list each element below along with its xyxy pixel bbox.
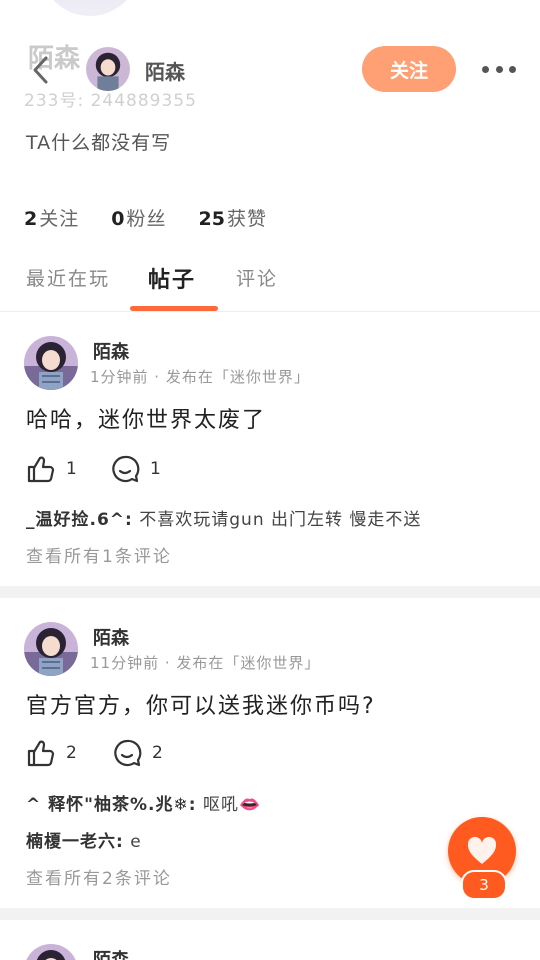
- profile-tabs: 最近在玩 帖子 评论: [0, 258, 540, 312]
- header-username: 陌森: [145, 60, 185, 84]
- post-author-name[interactable]: 陌森: [93, 338, 129, 364]
- post-author-avatar[interactable]: [24, 622, 78, 676]
- post-content[interactable]: 官方官方，你可以送我迷你币吗?: [26, 688, 376, 720]
- comment-text: e: [123, 832, 142, 852]
- like-count-badge: 3: [461, 870, 507, 900]
- profile-stats: 2 关注 0 粉丝 25 获赞: [24, 204, 267, 231]
- comment-preview[interactable]: 楠榎一老六: e: [26, 827, 142, 852]
- tab-comments[interactable]: 评论: [236, 264, 278, 291]
- thumbs-up-icon: [27, 456, 55, 483]
- post-content[interactable]: 哈哈，迷你世界太废了: [26, 402, 266, 434]
- comment-text: 呕吼👄: [196, 795, 262, 815]
- post-separator: [0, 908, 540, 920]
- comment-preview[interactable]: _温好捡.6^: 不喜欢玩请gun 出门左转 慢走不送: [26, 505, 421, 530]
- like-count: 2: [66, 743, 77, 763]
- post-author-avatar[interactable]: [24, 944, 78, 960]
- stat-likes: 25 获赞: [198, 208, 267, 230]
- post-card[interactable]: 陌森 1分钟前 · 发布在「迷你世界」 哈哈，迷你世界太废了 1 1 _温好捡.…: [0, 312, 540, 586]
- more-options-button[interactable]: [482, 62, 516, 76]
- post-author-name[interactable]: 陌森: [93, 624, 129, 650]
- post-meta: 11分钟前 · 发布在「迷你世界」: [90, 654, 321, 672]
- post-meta: 1分钟前 · 发布在「迷你世界」: [90, 368, 310, 386]
- tab-recently-played[interactable]: 最近在玩: [26, 264, 110, 291]
- avatar-illustration-icon: [24, 944, 78, 960]
- stat-following[interactable]: 2 关注: [24, 204, 79, 231]
- comment-text: 不喜欢玩请gun 出门左转 慢走不送: [132, 510, 422, 530]
- comment-user[interactable]: ^ 释怀"柚茶%.兆❄:: [26, 795, 197, 815]
- back-button[interactable]: [26, 52, 58, 88]
- post-card[interactable]: 陌森: [0, 920, 540, 960]
- comment-icon: [114, 739, 142, 767]
- post-separator: [0, 586, 540, 598]
- more-dot-icon: [495, 65, 503, 73]
- comment-count: 1: [150, 459, 161, 479]
- thumbs-up-icon: [27, 740, 55, 767]
- more-dot-icon: [482, 65, 489, 73]
- follow-button[interactable]: 关注: [362, 46, 456, 92]
- view-all-comments-link[interactable]: 查看所有2条评论: [26, 864, 172, 889]
- view-all-comments-link[interactable]: 查看所有1条评论: [26, 542, 172, 567]
- comment-count: 2: [152, 743, 163, 763]
- post-author-avatar[interactable]: [24, 336, 78, 390]
- comment-user[interactable]: 楠榎一老六:: [26, 832, 124, 852]
- profile-bio: TA什么都没有写: [26, 132, 172, 154]
- profile-avatar-large: [40, 0, 140, 16]
- stat-followers[interactable]: 0 粉丝: [111, 204, 166, 231]
- comment-icon: [112, 455, 140, 483]
- like-button[interactable]: 1: [26, 454, 77, 484]
- more-dot-icon: [509, 65, 516, 73]
- comment-preview[interactable]: ^ 释怀"柚茶%.兆❄: 呕吼👄: [26, 790, 261, 815]
- heart-icon: [467, 836, 497, 864]
- tab-posts[interactable]: 帖子: [148, 262, 196, 294]
- comment-button[interactable]: 2: [112, 738, 163, 768]
- avatar-illustration-icon: [86, 47, 130, 91]
- avatar-illustration-icon: [24, 622, 78, 676]
- comment-user[interactable]: _温好捡.6^:: [26, 510, 133, 530]
- like-button[interactable]: 2: [26, 738, 77, 768]
- chevron-left-icon: [33, 56, 48, 84]
- like-count: 1: [66, 459, 77, 479]
- avatar-illustration-icon: [24, 336, 78, 390]
- comment-button[interactable]: 1: [110, 454, 161, 484]
- post-author-name[interactable]: 陌森: [93, 946, 129, 960]
- header-avatar[interactable]: [86, 47, 130, 91]
